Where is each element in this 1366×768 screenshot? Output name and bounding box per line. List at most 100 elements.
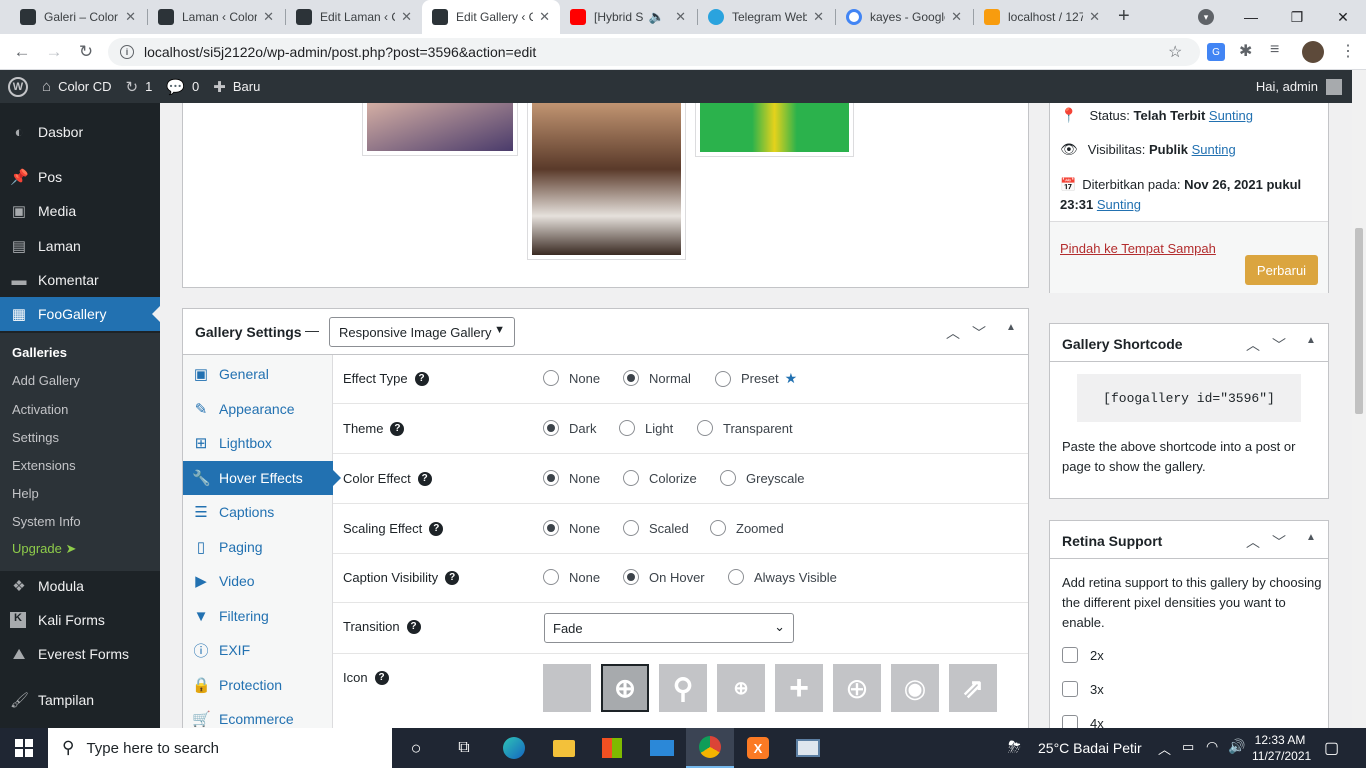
- close-icon[interactable]: ✕: [539, 9, 550, 25]
- radio-button[interactable]: [543, 470, 559, 486]
- toggle-panel-icon[interactable]: ▲: [1306, 335, 1316, 346]
- new-content-link[interactable]: ✚ Baru: [213, 78, 260, 96]
- chrome-taskbar-icon[interactable]: [686, 728, 734, 768]
- radio-option[interactable]: Preset ★: [715, 370, 797, 387]
- tab-appearance[interactable]: ✎ Appearance: [183, 392, 333, 426]
- radio-button[interactable]: [710, 520, 726, 536]
- radio-option[interactable]: None: [543, 569, 600, 585]
- help-icon[interactable]: ?: [445, 570, 460, 585]
- retina-option-3x[interactable]: 3x: [1062, 681, 1104, 697]
- taskbar-search-box[interactable]: ⚲ Type here to search: [48, 728, 392, 768]
- radio-button[interactable]: [623, 470, 639, 486]
- gallery-thumbnail[interactable]: [362, 103, 518, 156]
- browser-tab[interactable]: Galeri – Color CD ✕: [10, 0, 146, 34]
- tab-general[interactable]: ▣ General: [183, 357, 333, 391]
- submenu-system-info[interactable]: System Info: [12, 514, 81, 529]
- radio-option[interactable]: Light: [619, 420, 673, 436]
- move-up-icon[interactable]: ︿: [1246, 532, 1260, 552]
- radio-button[interactable]: [697, 420, 713, 436]
- radio-button[interactable]: [619, 420, 635, 436]
- tab-ecommerce[interactable]: 🛒 Ecommerce: [183, 702, 333, 728]
- icon-option-zoom-in[interactable]: ⊕: [601, 664, 649, 712]
- translate-icon[interactable]: G: [1207, 43, 1225, 61]
- gallery-thumbnail[interactable]: [695, 103, 854, 157]
- retina-option-4x[interactable]: 4x: [1062, 715, 1104, 728]
- icon-option-zoom-small[interactable]: ⊕: [717, 664, 765, 712]
- icon-option-external[interactable]: ⇗: [949, 664, 997, 712]
- browser-tab[interactable]: [Hybrid Sub] 🔈 ✕: [560, 0, 696, 34]
- close-icon[interactable]: ✕: [951, 9, 962, 25]
- radio-button[interactable]: [543, 420, 559, 436]
- submenu-add-gallery[interactable]: Add Gallery: [12, 373, 80, 388]
- tab-exif[interactable]: ⓘ EXIF: [183, 633, 333, 667]
- help-icon[interactable]: ?: [414, 371, 429, 386]
- battery-icon[interactable]: ▭: [1182, 739, 1194, 755]
- close-icon[interactable]: ✕: [401, 9, 412, 25]
- icon-option-eye[interactable]: ◉: [891, 664, 939, 712]
- remote-desktop-icon[interactable]: [784, 728, 832, 768]
- close-icon[interactable]: ✕: [263, 9, 274, 25]
- edit-status-link[interactable]: Sunting: [1209, 108, 1253, 123]
- site-info-icon[interactable]: i: [120, 45, 134, 59]
- chevron-up-icon[interactable]: ︿: [1158, 739, 1171, 758]
- tab-lightbox[interactable]: ⊞ Lightbox: [183, 426, 333, 460]
- speaker-icon[interactable]: 🔈: [649, 9, 665, 25]
- close-icon[interactable]: ✕: [675, 9, 686, 25]
- move-down-icon[interactable]: ﹀: [1272, 532, 1286, 552]
- menu-dashboard[interactable]: ◐ Dasbor: [0, 115, 160, 149]
- mail-icon[interactable]: [638, 728, 686, 768]
- checkbox[interactable]: [1062, 647, 1078, 663]
- radio-option[interactable]: Scaled: [623, 520, 689, 536]
- task-view-icon[interactable]: ⧉: [440, 728, 488, 768]
- close-icon[interactable]: ✕: [813, 9, 824, 25]
- menu-pages[interactable]: ▤ Laman: [0, 229, 160, 263]
- submenu-extensions[interactable]: Extensions: [12, 458, 76, 473]
- extensions-icon[interactable]: ✱: [1239, 41, 1252, 61]
- radio-option[interactable]: Zoomed: [710, 520, 784, 536]
- minimize-button[interactable]: —: [1228, 0, 1274, 34]
- wordpress-logo-icon[interactable]: W: [8, 76, 28, 97]
- move-up-icon[interactable]: ︿: [1246, 335, 1260, 355]
- radio-option[interactable]: On Hover: [623, 569, 705, 585]
- gallery-thumbnail[interactable]: [527, 103, 686, 260]
- help-icon[interactable]: ?: [417, 471, 432, 486]
- site-name-link[interactable]: ⌂ Color CD: [42, 78, 112, 95]
- submenu-help[interactable]: Help: [12, 486, 39, 501]
- tab-protection[interactable]: 🔒 Protection: [183, 668, 333, 702]
- menu-comments[interactable]: ▬ Komentar: [0, 263, 160, 297]
- radio-option[interactable]: Greyscale: [720, 470, 805, 486]
- radio-option[interactable]: Transparent: [697, 420, 793, 436]
- shortcode-code[interactable]: [foogallery id="3596"]: [1077, 374, 1301, 422]
- my-account-link[interactable]: Hai, admin: [1256, 78, 1342, 95]
- icon-option-plus-circle[interactable]: ⊕: [833, 664, 881, 712]
- browser-tab[interactable]: localhost / 127 ✕: [974, 0, 1110, 34]
- tab-filtering[interactable]: ▼ Filtering: [183, 599, 333, 633]
- submenu-activation[interactable]: Activation: [12, 402, 68, 417]
- submenu-settings[interactable]: Settings: [12, 430, 59, 445]
- icon-option-search[interactable]: ⚲: [659, 664, 707, 712]
- move-up-icon[interactable]: ︿: [946, 323, 960, 343]
- profile-avatar[interactable]: [1302, 41, 1324, 63]
- scrollbar-thumb[interactable]: [1355, 228, 1363, 414]
- help-icon[interactable]: ?: [406, 619, 421, 634]
- weather-icon[interactable]: ⛈: [1008, 739, 1021, 757]
- help-icon[interactable]: ?: [374, 670, 389, 685]
- address-bar[interactable]: i localhost/si5j2122o/wp-admin/post.php?…: [108, 38, 1200, 66]
- edit-visibility-link[interactable]: Sunting: [1192, 142, 1236, 157]
- transition-select[interactable]: Fade ⌄: [544, 613, 794, 643]
- radio-button[interactable]: [543, 520, 559, 536]
- tab-hover-effects[interactable]: 🔧 Hover Effects: [183, 461, 341, 495]
- tab-video[interactable]: ▶ Video: [183, 564, 333, 598]
- radio-button[interactable]: [543, 370, 559, 386]
- radio-button[interactable]: [623, 370, 639, 386]
- help-icon[interactable]: ?: [390, 421, 405, 436]
- radio-option[interactable]: None: [543, 470, 600, 486]
- radio-option[interactable]: None: [543, 370, 600, 386]
- menu-posts[interactable]: 📌 Pos: [0, 160, 160, 194]
- radio-button[interactable]: [543, 569, 559, 585]
- page-scrollbar[interactable]: [1352, 70, 1366, 728]
- retina-option-2x[interactable]: 2x: [1062, 647, 1104, 663]
- radio-button[interactable]: [715, 370, 731, 387]
- microsoft-store-icon[interactable]: [588, 728, 636, 768]
- browser-tab-active[interactable]: Edit Gallery ‹ Color ✕: [422, 0, 560, 34]
